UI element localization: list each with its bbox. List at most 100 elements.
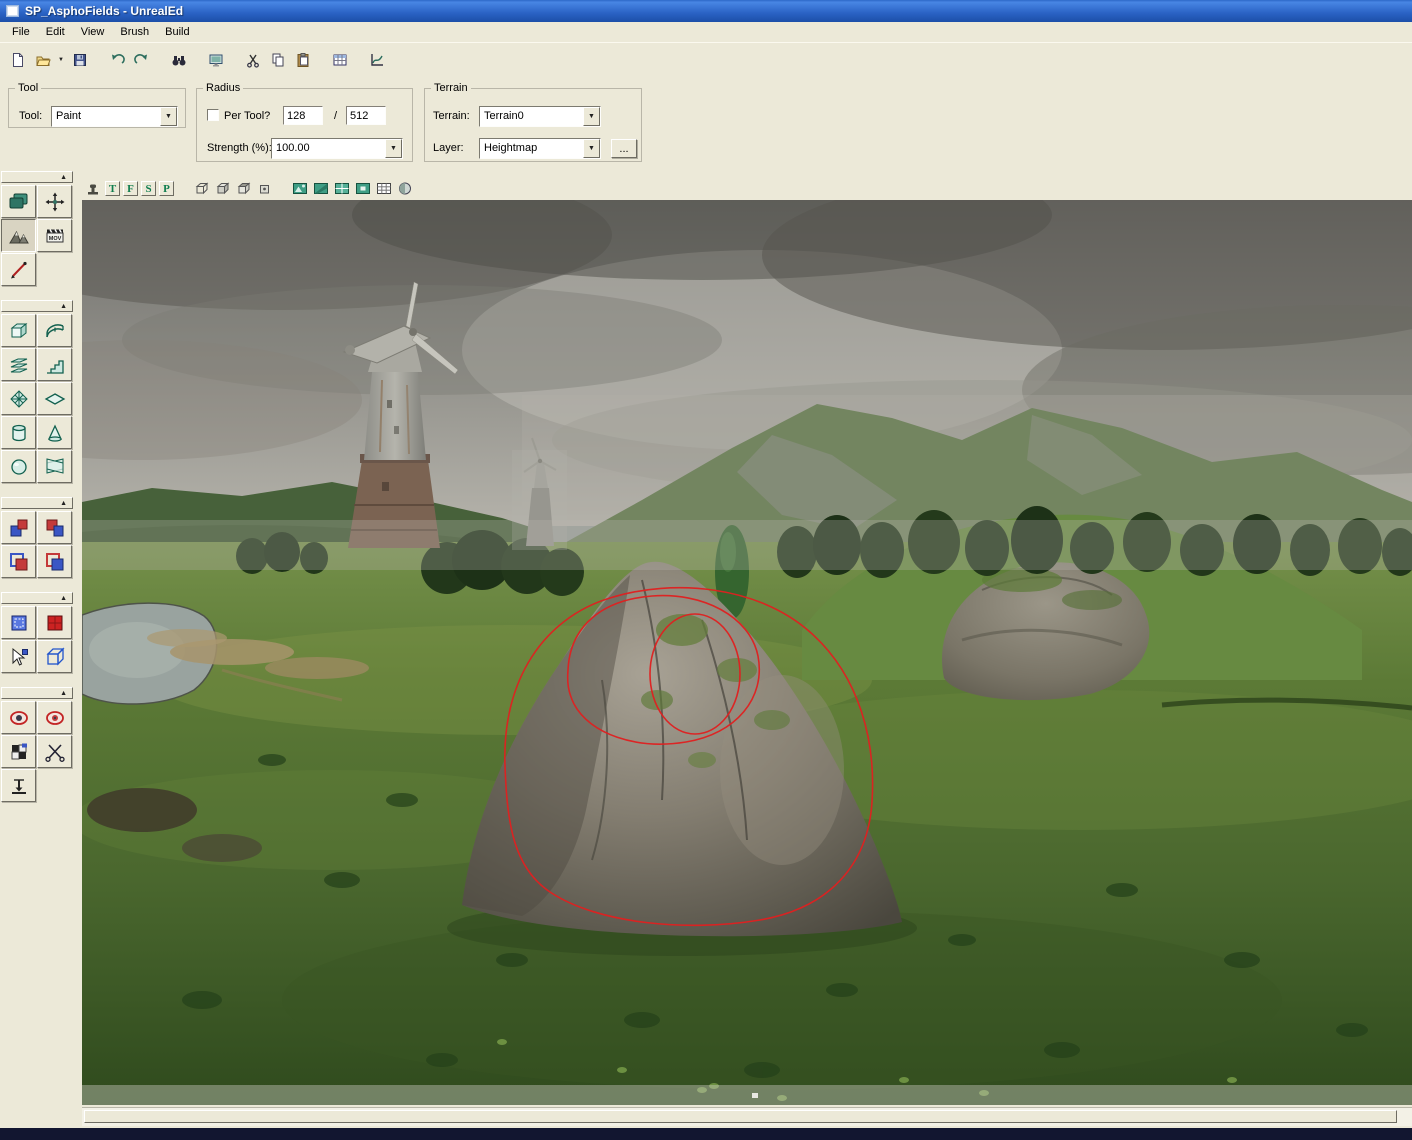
add-special-brush-button[interactable] [1, 606, 36, 639]
edge-mode-button[interactable] [213, 181, 231, 197]
csg-intersect-button[interactable] [1, 545, 36, 578]
face-mode-button[interactable] [234, 181, 252, 197]
csg-add-button[interactable] [1, 511, 36, 544]
viewport-3d-scene[interactable] [82, 200, 1412, 1105]
chevron-down-icon[interactable]: ▼ [160, 107, 177, 126]
csg-collapse-button[interactable]: ▲ [1, 497, 73, 509]
app-icon [6, 5, 19, 17]
select-actors-button[interactable] [1, 640, 36, 673]
open-map-button[interactable] [30, 47, 55, 72]
background-window-strip [0, 1128, 1412, 1140]
mov-label: MOV [48, 236, 61, 242]
cone-brush-button[interactable] [37, 416, 72, 449]
terrain-label: Terrain: [433, 110, 470, 122]
layer-browse-button[interactable]: ... [611, 139, 637, 158]
brush-clipping-button[interactable] [1, 253, 36, 286]
open-map-dropdown-icon[interactable]: ▼ [55, 47, 67, 72]
linear-staircase-brush-button[interactable] [1, 348, 36, 381]
chevron-down-icon[interactable]: ▼ [385, 139, 402, 158]
object-mode-button[interactable] [255, 181, 273, 197]
brushes-collapse-button[interactable]: ▲ [1, 300, 73, 312]
find-actors-button[interactable] [166, 47, 191, 72]
toggle-smooth-button[interactable]: S [141, 181, 156, 196]
tessellated-brush-button[interactable] [1, 382, 36, 415]
sheet-brush-button[interactable] [37, 382, 72, 415]
decolayer-view-button[interactable] [354, 181, 372, 197]
window-title: SP_AsphoFields - UnrealEd [25, 4, 183, 18]
cube-brush-button[interactable] [1, 314, 36, 347]
menu-file[interactable]: File [4, 24, 38, 40]
undo-button[interactable] [104, 47, 129, 72]
terrain-select[interactable]: Terrain0 ▼ [479, 106, 601, 127]
add-static-mesh-button[interactable] [37, 606, 72, 639]
toolbar-separator [92, 47, 104, 72]
cut-button[interactable] [240, 47, 265, 72]
brush-stamp-button[interactable] [84, 181, 102, 197]
hscroll-thumb[interactable] [84, 1110, 1397, 1123]
curve-editor-button[interactable] [364, 47, 389, 72]
eye-hide-button[interactable] [37, 701, 72, 734]
volumetric-brush-button[interactable] [37, 450, 72, 483]
viewport-3d[interactable] [82, 200, 1412, 1105]
texture-lock-button[interactable] [1, 735, 36, 768]
staircase-brush-button[interactable] [37, 348, 72, 381]
paste-button[interactable] [290, 47, 315, 72]
horizon-haze [82, 520, 1412, 570]
toggle-paint-button[interactable]: P [159, 181, 174, 196]
terrain-select-value: Terrain0 [480, 107, 583, 126]
per-tool-label: Per Tool? [224, 110, 270, 122]
align-viewport-button[interactable] [1, 769, 36, 802]
copy-button[interactable] [265, 47, 290, 72]
menubar: File Edit View Brush Build [0, 22, 1412, 42]
eye-show-button[interactable] [1, 701, 36, 734]
fullscreen-button[interactable] [203, 47, 228, 72]
vertex-mode-button[interactable] [192, 181, 210, 197]
radius-divider: / [334, 110, 337, 122]
texture-view-button[interactable] [312, 181, 330, 197]
viewport-hscrollbar[interactable] [82, 1107, 1412, 1126]
volumes-collapse-button[interactable]: ▲ [1, 592, 73, 604]
browser-grid-button[interactable] [327, 47, 352, 72]
curved-staircase-brush-button[interactable] [37, 314, 72, 347]
chevron-down-icon[interactable]: ▼ [583, 139, 600, 158]
grid-snap-button[interactable] [375, 181, 393, 197]
layer-select[interactable]: Heightmap ▼ [479, 138, 601, 159]
strength-value: 100.00 [272, 139, 385, 158]
csg-deintersect-button[interactable] [37, 545, 72, 578]
strength-label: Strength (%): [207, 142, 272, 154]
terrain-editing-button[interactable] [1, 219, 36, 252]
misc-collapse-button[interactable]: ▲ [1, 687, 73, 699]
menu-brush[interactable]: Brush [112, 24, 157, 40]
vertex-marker [752, 1093, 758, 1098]
actor-transform-button[interactable] [37, 185, 72, 218]
toolbox-section-brushes: ▲ [1, 300, 77, 483]
toolbar-separator [315, 47, 327, 72]
menu-view[interactable]: View [73, 24, 113, 40]
add-volume-button[interactable] [37, 640, 72, 673]
toggle-terrain-button[interactable]: T [105, 181, 120, 196]
new-map-button[interactable] [5, 47, 30, 72]
layer-view-button[interactable] [333, 181, 351, 197]
terrain-view-button[interactable] [291, 181, 309, 197]
inner-radius-input[interactable] [283, 106, 323, 125]
matinee-button[interactable]: MOV [37, 219, 72, 252]
camera-movement-button[interactable] [1, 185, 36, 218]
strength-select[interactable]: 100.00 ▼ [271, 138, 403, 159]
csg-subtract-button[interactable] [37, 511, 72, 544]
per-tool-checkbox[interactable] [207, 109, 219, 121]
realtime-preview-button[interactable] [396, 181, 414, 197]
menu-edit[interactable]: Edit [38, 24, 73, 40]
tool-select[interactable]: Paint ▼ [51, 106, 178, 127]
chevron-down-icon[interactable]: ▼ [583, 107, 600, 126]
outer-radius-input[interactable] [346, 106, 386, 125]
toggle-foliage-button[interactable]: F [123, 181, 138, 196]
polygon-cut-button[interactable] [37, 735, 72, 768]
tool-panel: Tool Tool: Paint ▼ [8, 82, 186, 128]
cylinder-brush-button[interactable] [1, 416, 36, 449]
redo-button[interactable] [129, 47, 154, 72]
save-map-button[interactable] [67, 47, 92, 72]
sphere-brush-button[interactable] [1, 450, 36, 483]
modes-collapse-button[interactable]: ▲ [1, 171, 73, 183]
titlebar[interactable]: SP_AsphoFields - UnrealEd [0, 0, 1412, 22]
menu-build[interactable]: Build [157, 24, 197, 40]
